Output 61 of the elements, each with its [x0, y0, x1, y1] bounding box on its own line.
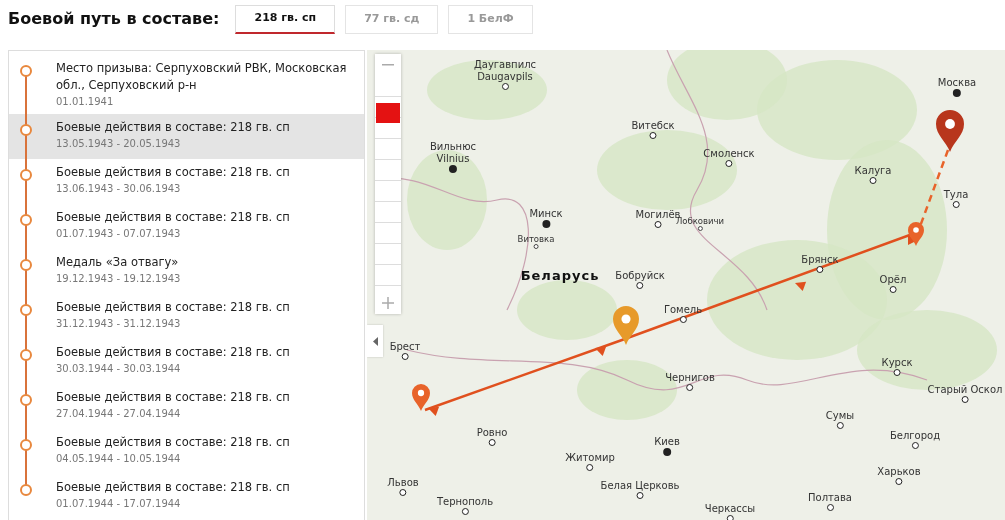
- event-date: 04.05.1944 - 10.05.1944: [56, 452, 182, 466]
- page-title: Боевой путь в составе:: [8, 8, 220, 30]
- country-label: Беларусь: [520, 268, 600, 283]
- city-label: Орёл: [879, 274, 907, 286]
- city-label: Житомир: [565, 452, 615, 464]
- event-title: Боевые действия в составе: 218 гв. сп: [56, 479, 290, 496]
- city-label: Белгород: [889, 430, 941, 442]
- event-date: 19.12.1943 - 19.12.1943: [56, 272, 181, 286]
- city-label: Чернигов: [665, 372, 715, 384]
- city-label: Киев: [654, 436, 680, 448]
- event-date: 13.06.1943 - 30.06.1943: [56, 182, 182, 196]
- city-label: Брянск: [801, 254, 839, 266]
- city-label: Сумы: [825, 410, 855, 422]
- city-label: Витебск: [631, 120, 675, 132]
- event-title: Боевые действия в составе: 218 гв. сп: [56, 389, 290, 406]
- city-label: Калуга: [854, 165, 892, 177]
- event-date: 30.03.1944 - 30.03.1944: [56, 362, 182, 376]
- event-date: 31.12.1943 - 31.12.1943: [56, 317, 182, 331]
- event-title: Боевые действия в составе: 218 гв. сп: [56, 119, 290, 136]
- event-title: Боевые действия в составе: 218 гв. сп: [56, 299, 290, 316]
- city-label: Полтава: [808, 492, 852, 504]
- map-pin-icon[interactable]: [613, 306, 639, 345]
- event-title: Боевые действия в составе: 218 гв. сп: [56, 164, 290, 181]
- city-label: Гомель: [663, 304, 703, 316]
- map-pin-icon[interactable]: [908, 222, 924, 246]
- tab[interactable]: 218 гв. сп: [235, 4, 336, 34]
- event-title: Боевые действия в составе: 218 гв. сп: [56, 209, 290, 226]
- city-label: Бобруйск: [615, 270, 665, 282]
- event-title: Боевые действия в составе: 218 гв. сп: [56, 434, 290, 451]
- event-title: Медаль «За отвагу»: [56, 254, 180, 271]
- city-label: Vilnius: [436, 153, 470, 165]
- city-label: Белая Церковь: [600, 480, 680, 492]
- city-label: Ровно: [476, 427, 508, 439]
- collapse-panel-button[interactable]: [367, 325, 383, 357]
- event-date: 27.04.1944 - 27.04.1944: [56, 407, 182, 421]
- city-label: Минск: [529, 208, 563, 220]
- city-label: Тернополь: [436, 496, 494, 508]
- zoom-slider-thumb[interactable]: [376, 103, 400, 123]
- city-label: Вильнюс: [429, 141, 477, 153]
- city-label: Старый Оскол: [927, 384, 1003, 396]
- event-title: Место призыва: Серпуховский РВК, Московская обл., Серпуховский р-н: [56, 60, 348, 94]
- city-label: Daugavpils: [477, 71, 533, 83]
- city-label: Москва: [937, 77, 977, 89]
- map-pin-icon[interactable]: [412, 384, 430, 411]
- caret-icon: [372, 336, 378, 346]
- city-label: Черкассы: [704, 503, 756, 515]
- city-label: Курск: [881, 357, 913, 369]
- event-date: 01.07.1944 - 17.07.1944: [56, 497, 182, 511]
- city-label: Смоленск: [703, 148, 755, 160]
- map-pin-icon[interactable]: [936, 110, 964, 152]
- city-label: Харьков: [877, 466, 921, 478]
- city-label: Брест: [389, 341, 421, 353]
- timeline-item[interactable]: Боевые действия в составе: 218 гв. сп 13.05.1943 - 20.05.1943: [9, 114, 364, 159]
- event-date: 01.07.1943 - 07.07.1943: [56, 227, 182, 241]
- event-title: Боевые действия в составе: 218 гв. сп: [56, 344, 290, 361]
- city-label: Тула: [943, 189, 969, 201]
- city-label: Витовка: [517, 234, 555, 244]
- event-date: 01.01.1941: [56, 95, 115, 109]
- city-label: Даугавпилс: [473, 59, 537, 71]
- event-date: 13.05.1943 - 20.05.1943: [56, 137, 182, 151]
- city-label: Львов: [387, 477, 419, 489]
